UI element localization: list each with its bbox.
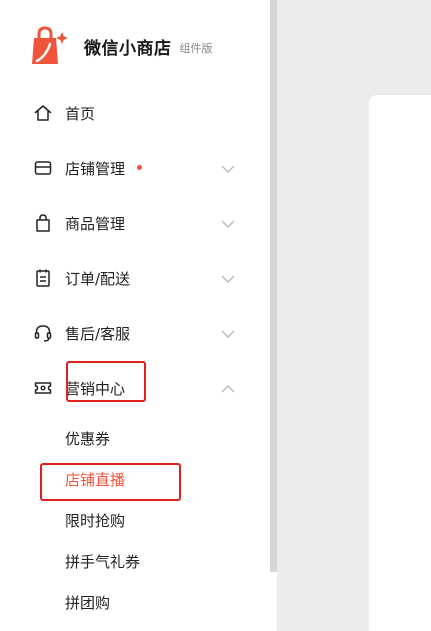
nav-item-goods[interactable]: 商品管理 bbox=[0, 203, 270, 243]
submenu-item-group-buy[interactable]: 拼团购 bbox=[65, 592, 110, 613]
notification-dot bbox=[137, 165, 142, 170]
store-icon bbox=[33, 158, 53, 178]
nav-label-goods: 商品管理 bbox=[65, 214, 126, 233]
home-icon bbox=[33, 103, 53, 123]
submenu-item-lucky-coupon[interactable]: 拼手气礼券 bbox=[65, 551, 140, 572]
sidebar-scrollbar[interactable] bbox=[270, 0, 277, 572]
nav-item-marketing[interactable]: 营销中心 bbox=[0, 368, 270, 408]
content-card bbox=[369, 95, 431, 631]
chevron-down-icon bbox=[220, 271, 236, 287]
submenu-item-flash-sale[interactable]: 限时抢购 bbox=[65, 510, 125, 531]
nav-label-marketing: 营销中心 bbox=[65, 379, 126, 398]
nav-item-aftersale[interactable]: 售后/客服 bbox=[0, 313, 270, 353]
nav-item-orders[interactable]: 订单/配送 bbox=[0, 258, 270, 298]
chevron-down-icon bbox=[220, 326, 236, 342]
order-icon bbox=[33, 268, 53, 288]
nav-label-shop: 店铺管理 bbox=[65, 159, 126, 178]
brand-name: 微信小商店 bbox=[84, 38, 172, 59]
nav-label-orders: 订单/配送 bbox=[65, 269, 131, 288]
chevron-down-icon bbox=[220, 161, 236, 177]
ticket-icon bbox=[33, 378, 53, 398]
shopping-bag-sparkle-icon bbox=[32, 26, 68, 64]
bag-icon bbox=[33, 213, 53, 233]
brand-tag: 组件版 bbox=[179, 42, 213, 55]
chevron-up-icon bbox=[220, 381, 236, 397]
nav-item-shop[interactable]: 店铺管理 bbox=[0, 148, 270, 188]
brand-header[interactable]: 微信小商店 组件版 bbox=[28, 26, 213, 66]
submenu-item-live-stream[interactable]: 店铺直播 bbox=[65, 469, 125, 490]
nav-item-home[interactable]: 首页 bbox=[0, 93, 270, 133]
sidebar: 微信小商店 组件版 首页 店铺管理 商品管理 订单/配送 售后/客服 营销中心 … bbox=[0, 0, 270, 631]
scrollbar-track-end bbox=[270, 572, 277, 631]
nav-label-aftersale: 售后/客服 bbox=[65, 324, 131, 343]
chevron-down-icon bbox=[220, 216, 236, 232]
headset-icon bbox=[33, 323, 53, 343]
nav-label-home: 首页 bbox=[65, 104, 96, 123]
submenu-item-coupon[interactable]: 优惠券 bbox=[65, 428, 110, 449]
